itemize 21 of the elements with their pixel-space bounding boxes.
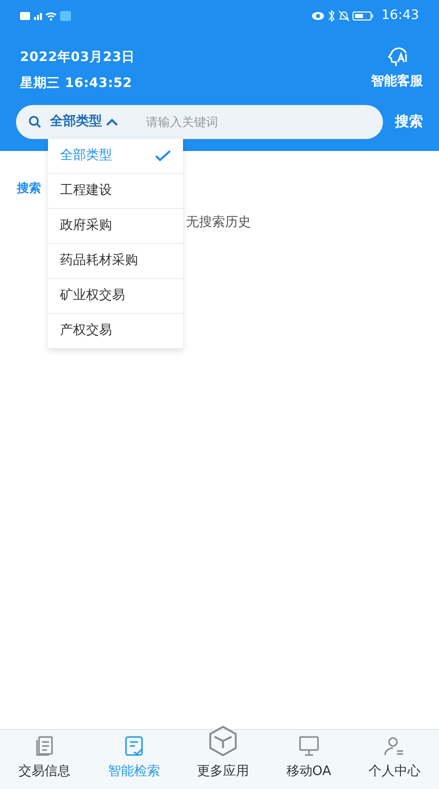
menu-item[interactable]: 工程建设	[48, 174, 183, 209]
nav-tab[interactable]: 移动OA	[286, 734, 332, 781]
search-icon	[28, 115, 42, 129]
weekday-time-text: 星期三 16:43:52	[20, 74, 134, 92]
menu-item[interactable]: 产权交易	[48, 314, 183, 349]
status-time: 16:43	[382, 7, 419, 26]
caret-up-icon	[106, 118, 118, 126]
monitor-icon	[296, 734, 321, 758]
empty-history-text: 无搜索历史	[186, 214, 251, 232]
menu-item[interactable]: 矿业权交易	[48, 279, 183, 314]
type-dropdown[interactable]: 全部类型	[50, 112, 118, 132]
nav-tab[interactable]: 交易信息	[18, 734, 71, 781]
menu-item[interactable]: 药品耗材采购	[48, 244, 183, 279]
history-title: 搜索	[17, 180, 41, 197]
nav-tab[interactable]: 更多应用	[197, 724, 250, 781]
search-field[interactable]: 全部类型 请输入关键词	[16, 105, 383, 139]
status-icons-drawing	[312, 10, 374, 22]
menu-item[interactable]: 政府采购	[48, 209, 183, 244]
date-text: 2022年03月23日	[20, 49, 135, 67]
nav-tab[interactable]: 个人中心	[368, 734, 420, 781]
check-icon	[155, 150, 171, 162]
